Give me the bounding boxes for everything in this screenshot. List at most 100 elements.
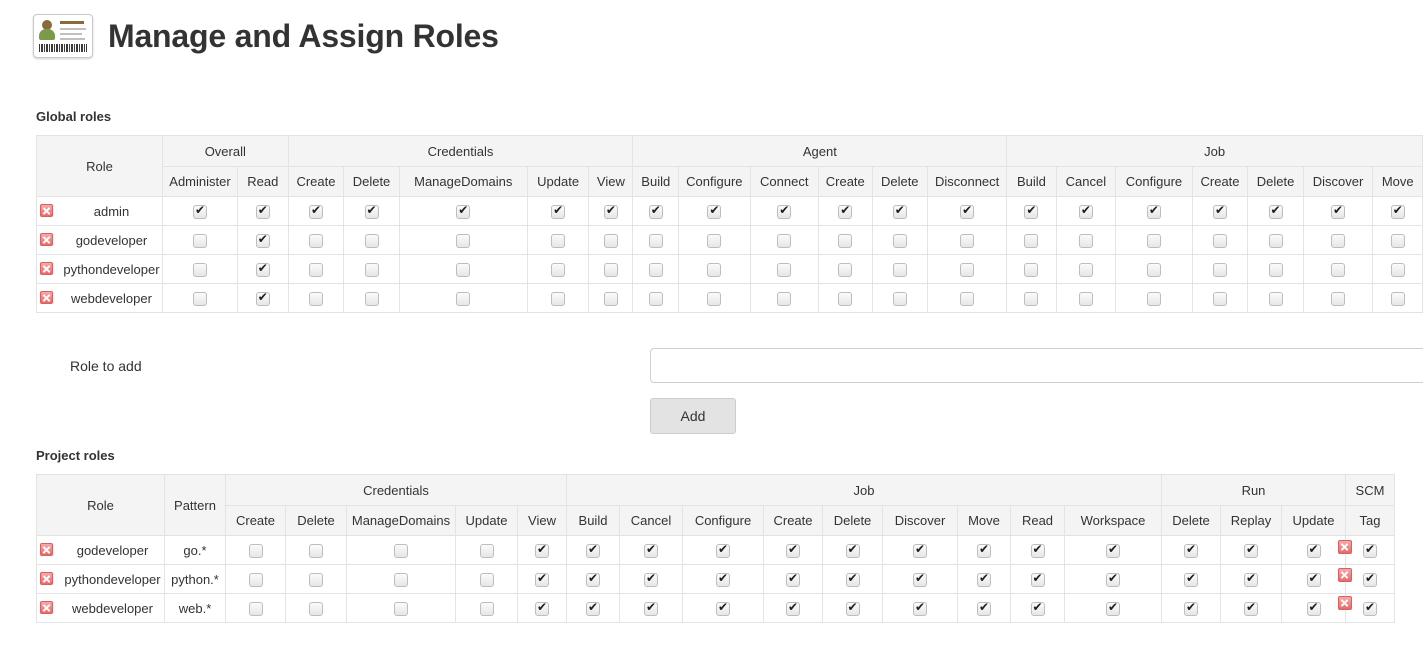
permission-checkbox[interactable] [1268,233,1283,248]
delete-role-icon[interactable] [40,262,53,275]
delete-role-icon[interactable] [40,543,53,556]
permission-checkbox[interactable] [248,543,263,558]
permission-checkbox[interactable] [1078,291,1093,306]
permission-checkbox[interactable] [1024,291,1039,306]
permission-checkbox[interactable] [309,543,323,558]
permission-checkbox[interactable] [192,262,207,277]
permission-checkbox[interactable] [192,233,207,248]
permission-checkbox[interactable] [1184,571,1198,587]
permission-checkbox[interactable] [892,262,907,277]
permission-checkbox[interactable] [1146,233,1161,248]
permission-checkbox[interactable] [716,571,730,587]
permission-checkbox[interactable] [644,542,658,558]
add-role-button[interactable]: Add [650,398,736,434]
permission-checkbox[interactable] [1363,600,1377,616]
permission-checkbox[interactable] [1331,262,1346,277]
permission-checkbox[interactable] [838,203,853,219]
permission-checkbox[interactable] [786,571,800,587]
permission-checkbox[interactable] [255,203,270,219]
permission-checkbox[interactable] [456,291,471,306]
permission-checkbox[interactable] [648,291,663,306]
permission-checkbox[interactable] [977,600,991,616]
permission-checkbox[interactable] [777,233,792,248]
permission-checkbox[interactable] [1078,203,1093,219]
permission-checkbox[interactable] [1244,542,1258,558]
permission-checkbox[interactable] [707,203,722,219]
permission-checkbox[interactable] [977,571,991,587]
permission-checkbox[interactable] [960,291,975,306]
permission-checkbox[interactable] [192,291,207,306]
delete-role-icon[interactable] [40,572,53,585]
permission-checkbox[interactable] [1306,600,1321,616]
permission-checkbox[interactable] [364,203,379,219]
permission-checkbox[interactable] [1244,600,1258,616]
permission-checkbox[interactable] [603,291,618,306]
permission-checkbox[interactable] [648,262,663,277]
permission-checkbox[interactable] [535,571,549,587]
permission-checkbox[interactable] [364,233,379,248]
permission-checkbox[interactable] [1024,233,1039,248]
permission-checkbox[interactable] [456,262,471,277]
permission-checkbox[interactable] [1184,542,1198,558]
delete-role-icon[interactable] [1338,568,1352,582]
permission-checkbox[interactable] [1390,291,1405,306]
permission-checkbox[interactable] [913,600,927,616]
permission-checkbox[interactable] [586,600,600,616]
permission-checkbox[interactable] [1331,203,1346,219]
permission-checkbox[interactable] [786,542,800,558]
permission-checkbox[interactable] [845,600,860,616]
permission-checkbox[interactable] [456,203,471,219]
permission-checkbox[interactable] [1213,233,1228,248]
permission-checkbox[interactable] [1078,262,1093,277]
permission-checkbox[interactable] [1331,233,1346,248]
permission-checkbox[interactable] [707,233,722,248]
permission-checkbox[interactable] [1030,571,1045,587]
permission-checkbox[interactable] [786,600,800,616]
permission-checkbox[interactable] [394,601,408,616]
permission-checkbox[interactable] [1146,291,1161,306]
permission-checkbox[interactable] [1244,571,1258,587]
permission-checkbox[interactable] [1213,203,1228,219]
permission-checkbox[interactable] [1106,600,1120,616]
permission-checkbox[interactable] [892,233,907,248]
permission-checkbox[interactable] [456,233,471,248]
permission-checkbox[interactable] [603,233,618,248]
permission-checkbox[interactable] [1184,600,1198,616]
permission-checkbox[interactable] [535,542,549,558]
permission-checkbox[interactable] [586,571,600,587]
permission-checkbox[interactable] [1030,542,1045,558]
permission-checkbox[interactable] [838,291,853,306]
permission-checkbox[interactable] [1146,203,1161,219]
permission-checkbox[interactable] [255,232,270,248]
permission-checkbox[interactable] [248,601,263,616]
permission-checkbox[interactable] [1030,600,1045,616]
permission-checkbox[interactable] [1390,233,1405,248]
permission-checkbox[interactable] [308,233,323,248]
permission-checkbox[interactable] [394,543,408,558]
permission-checkbox[interactable] [838,262,853,277]
permission-checkbox[interactable] [309,601,323,616]
permission-checkbox[interactable] [707,262,722,277]
permission-checkbox[interactable] [1146,262,1161,277]
permission-checkbox[interactable] [716,542,730,558]
permission-checkbox[interactable] [1306,542,1321,558]
permission-checkbox[interactable] [1106,542,1120,558]
permission-checkbox[interactable] [1106,571,1120,587]
permission-checkbox[interactable] [1268,291,1283,306]
permission-checkbox[interactable] [535,600,549,616]
delete-role-icon[interactable] [40,233,53,246]
permission-checkbox[interactable] [248,572,263,587]
permission-checkbox[interactable] [777,262,792,277]
permission-checkbox[interactable] [838,233,853,248]
permission-checkbox[interactable] [309,572,323,587]
permission-checkbox[interactable] [1363,542,1377,558]
permission-checkbox[interactable] [716,600,730,616]
permission-checkbox[interactable] [1390,262,1405,277]
permission-checkbox[interactable] [551,203,566,219]
permission-checkbox[interactable] [777,291,792,306]
permission-checkbox[interactable] [960,233,975,248]
permission-checkbox[interactable] [1213,262,1228,277]
permission-checkbox[interactable] [644,571,658,587]
permission-checkbox[interactable] [255,290,270,306]
role-to-add-input[interactable] [650,348,1423,383]
